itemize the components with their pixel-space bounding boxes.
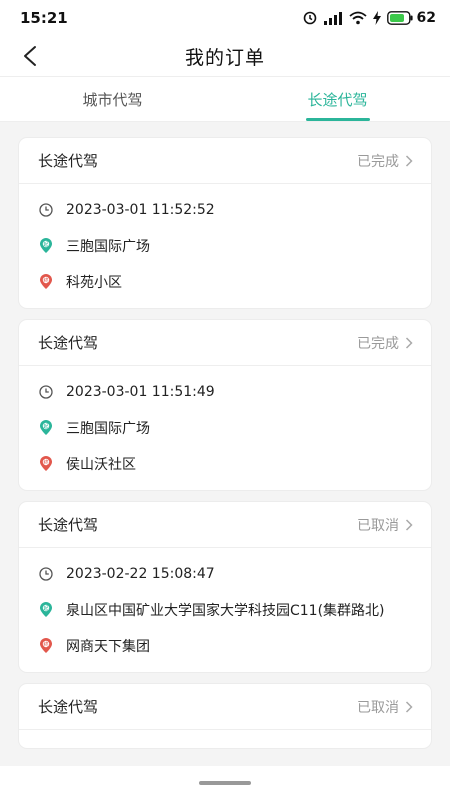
order-start-location: 三胞国际广场: [66, 239, 150, 255]
order-status: 已取消: [357, 515, 413, 535]
order-card-body: 2023-03-01 11:52:52 起 三胞国际广场 终 科苑小区: [19, 184, 431, 308]
order-type: 长途代驾: [38, 334, 99, 352]
signal-icon: [323, 11, 343, 25]
chevron-right-icon: [405, 700, 413, 713]
back-arrow-icon: [24, 46, 36, 66]
start-location-icon: 起: [38, 602, 54, 618]
order-card-header: 长途代驾 已完成: [19, 138, 431, 184]
home-indicator[interactable]: [199, 781, 251, 785]
svg-text:终: 终: [43, 277, 48, 284]
order-end-location: 科苑小区: [66, 275, 122, 291]
order-status-text: 已完成: [357, 335, 399, 352]
order-status: 已完成: [357, 151, 413, 171]
order-card-header: 长途代驾 已取消: [19, 684, 431, 730]
order-card[interactable]: 长途代驾 已完成 2023-03-01 11:51:49 起 三胞国际广场 终 …: [19, 320, 431, 490]
order-start-row: 起 三胞国际广场: [38, 410, 412, 446]
wifi-icon: [348, 11, 367, 25]
end-location-icon: 终: [38, 456, 54, 472]
tab-label: 长途代驾: [307, 90, 368, 109]
order-status-text: 已完成: [357, 153, 399, 170]
order-type: 长途代驾: [38, 516, 99, 534]
order-time-row: 2023-03-01 11:51:49: [38, 374, 412, 410]
svg-text:终: 终: [43, 641, 48, 648]
order-end-row: 终 科苑小区: [38, 264, 412, 300]
chevron-right-icon: [405, 518, 413, 531]
order-card-header: 长途代驾 已完成: [19, 320, 431, 366]
order-time: 2023-02-22 15:08:47: [66, 566, 215, 582]
alarm-icon: [303, 11, 317, 25]
tab-city-driving[interactable]: 城市代驾: [0, 77, 225, 121]
order-time: 2023-03-01 11:52:52: [66, 202, 215, 218]
active-tab-indicator: [305, 118, 370, 121]
order-end-row: 终 侯山沃社区: [38, 446, 412, 482]
battery: 62: [386, 10, 436, 26]
order-end-location: 侯山沃社区: [66, 457, 136, 473]
battery-icon: [386, 11, 413, 25]
back-button[interactable]: [16, 42, 44, 70]
order-start-row: 起 泉山区中国矿业大学国家大学科技园C11(集群路北): [38, 592, 412, 628]
status-icons: 62: [303, 10, 436, 26]
start-location-icon: 起: [38, 420, 54, 436]
order-status-text: 已取消: [357, 699, 399, 716]
order-list: 长途代驾 已完成 2023-03-01 11:52:52 起 三胞国际广场 终 …: [19, 138, 431, 760]
order-card[interactable]: 长途代驾 已取消 2023-02-22 15:08:47 起 泉山区中国矿业大学…: [19, 502, 431, 672]
order-start-location: 三胞国际广场: [66, 421, 150, 437]
end-location-icon: 终: [38, 638, 54, 654]
order-card-body: 2023-02-22 15:08:47 起 泉山区中国矿业大学国家大学科技园C1…: [19, 548, 431, 672]
svg-text:终: 终: [43, 459, 48, 466]
order-card[interactable]: 长途代驾 已取消: [19, 684, 431, 748]
order-end-location: 网商天下集团: [66, 639, 150, 655]
chevron-right-icon: [405, 336, 413, 349]
order-start-row: 起 三胞国际广场: [38, 228, 412, 264]
clock-icon: [38, 202, 54, 218]
order-type: 长途代驾: [38, 698, 99, 716]
order-status: 已完成: [357, 333, 413, 353]
order-type: 长途代驾: [38, 152, 99, 170]
order-card-body: 2023-03-01 11:51:49 起 三胞国际广场 终 侯山沃社区: [19, 366, 431, 490]
clock-icon: [38, 566, 54, 582]
svg-text:起: 起: [43, 242, 48, 248]
status-bar: 15:21 62: [0, 0, 450, 36]
order-end-row: 终 网商天下集团: [38, 628, 412, 664]
order-tabs: 城市代驾 长途代驾: [0, 76, 450, 122]
tab-long-distance-driving[interactable]: 长途代驾: [225, 77, 450, 121]
order-time-row: 2023-02-22 15:08:47: [38, 556, 412, 592]
order-card-header: 长途代驾 已取消: [19, 502, 431, 548]
battery-level: 62: [416, 10, 436, 26]
order-time: 2023-03-01 11:51:49: [66, 384, 215, 400]
status-time: 15:21: [20, 9, 68, 27]
charging-icon: [372, 11, 381, 25]
clock-icon: [38, 384, 54, 400]
page-title: 我的订单: [184, 46, 265, 69]
svg-text:起: 起: [43, 606, 48, 612]
order-status-text: 已取消: [357, 517, 399, 534]
order-card[interactable]: 长途代驾 已完成 2023-03-01 11:52:52 起 三胞国际广场 终 …: [19, 138, 431, 308]
svg-text:起: 起: [43, 424, 48, 430]
start-location-icon: 起: [38, 238, 54, 254]
end-location-icon: 终: [38, 274, 54, 290]
chevron-right-icon: [405, 154, 413, 167]
tab-label: 城市代驾: [82, 90, 143, 109]
order-start-location: 泉山区中国矿业大学国家大学科技园C11(集群路北): [66, 603, 385, 619]
header: 我的订单: [0, 36, 450, 76]
bottom-system-bar: [0, 766, 450, 800]
order-status: 已取消: [357, 697, 413, 717]
order-time-row: 2023-03-01 11:52:52: [38, 192, 412, 228]
order-screen: 15:21 62 我的订单 城市代驾 长途代驾 长途代驾 已完成 2023-03…: [0, 0, 450, 800]
